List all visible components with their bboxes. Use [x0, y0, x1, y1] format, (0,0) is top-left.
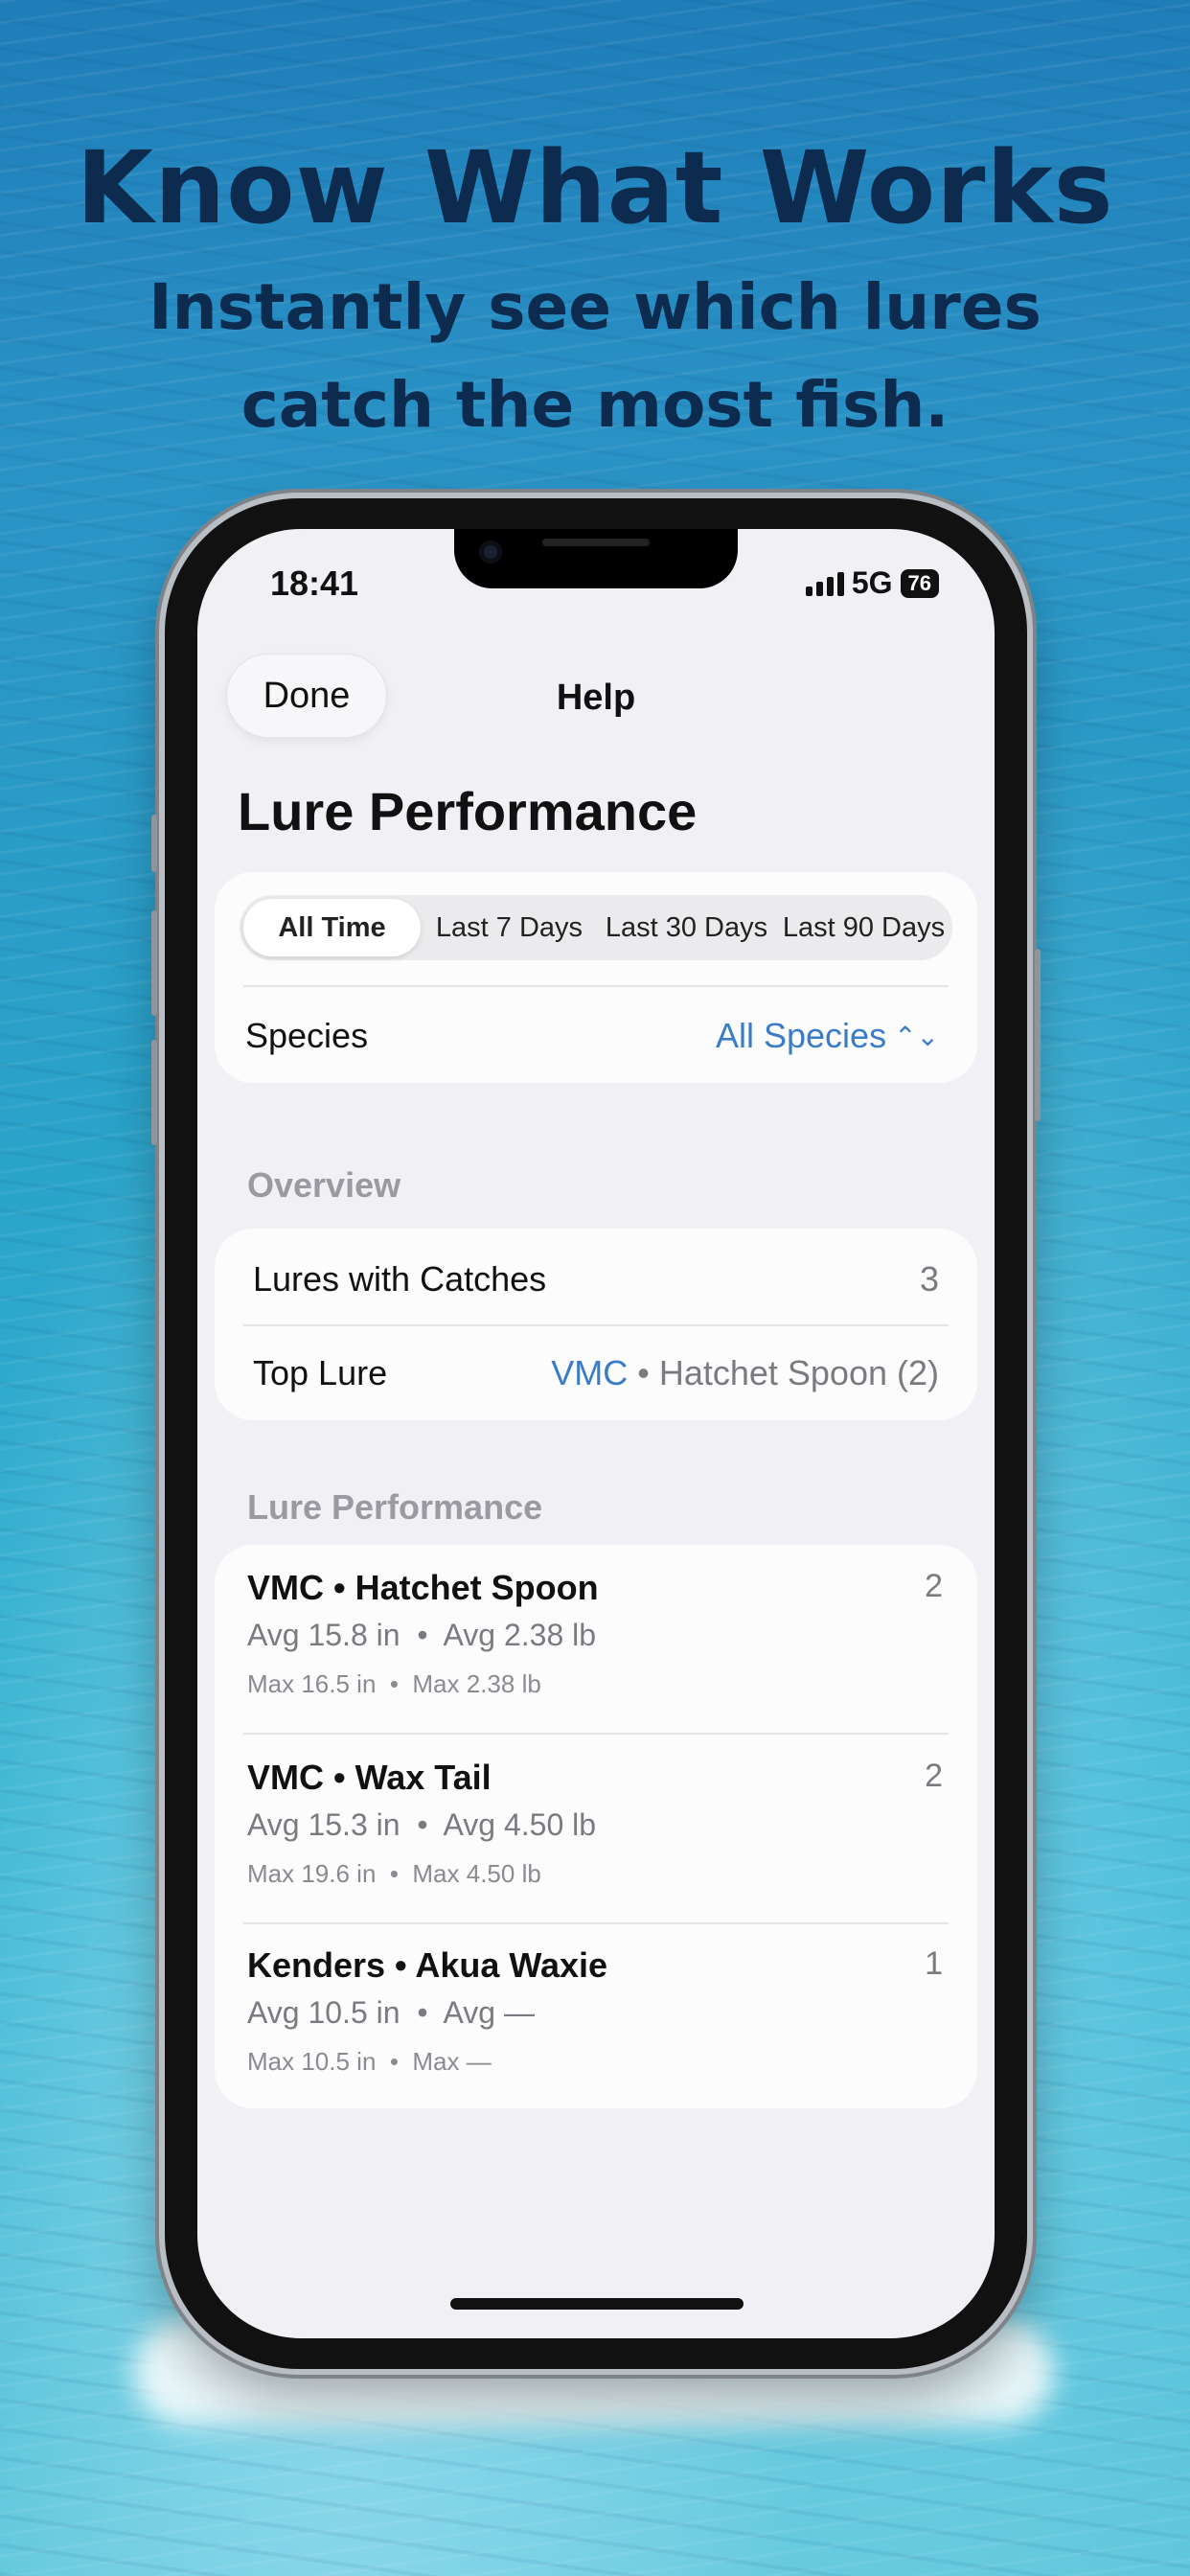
lure-catch-count: 2: [925, 1568, 943, 1604]
lure-name: VMC • Hatchet Spoon: [247, 1568, 599, 1607]
page-title: Lure Performance: [238, 781, 698, 841]
lures-with-catches-label: Lures with Catches: [253, 1259, 547, 1299]
species-value: All Species: [715, 1016, 887, 1055]
lure-name: VMC • Wax Tail: [247, 1758, 492, 1797]
network-type: 5G: [851, 565, 893, 600]
phone-frame: 18:41 5G 76 Done Help Lure Performance A…: [151, 498, 1041, 2369]
silent-switch: [151, 815, 157, 872]
camera-icon: [479, 540, 502, 564]
lure-averages: Avg 10.5 in • Avg —: [247, 1995, 535, 2030]
lure-maximums: Max 16.5 in • Max 2.38 lb: [247, 1669, 541, 1698]
notch: [454, 529, 738, 588]
lure-maximums: Max 10.5 in • Max —: [247, 2047, 492, 2076]
list-item[interactable]: Kenders • Akua Waxie 1 Avg 10.5 in • Avg…: [215, 1922, 977, 2110]
phone-screen: 18:41 5G 76 Done Help Lure Performance A…: [197, 529, 995, 2338]
lure-averages: Avg 15.8 in • Avg 2.38 lb: [247, 1618, 597, 1652]
status-indicators: 5G 76: [805, 565, 939, 601]
list-item[interactable]: VMC • Hatchet Spoon 2 Avg 15.8 in • Avg …: [215, 1545, 977, 1733]
lure-name: Kenders • Akua Waxie: [247, 1945, 608, 1985]
promo-subline: Instantly see which lures catch the most…: [149, 270, 1041, 442]
segment-last-7-days[interactable]: Last 7 Days: [421, 899, 598, 956]
lure-catch-count: 2: [925, 1758, 943, 1794]
home-indicator[interactable]: [450, 2298, 744, 2310]
list-item[interactable]: VMC • Wax Tail 2 Avg 15.3 in • Avg 4.50 …: [215, 1735, 977, 1922]
overview-header: Overview: [247, 1165, 401, 1205]
divider: [243, 985, 949, 987]
battery-icon: 76: [900, 568, 939, 598]
filter-card: All Time Last 7 Days Last 30 Days Last 9…: [215, 872, 977, 1083]
top-lure-label: Top Lure: [253, 1353, 388, 1392]
segment-all-time[interactable]: All Time: [243, 899, 421, 956]
signal-bars-icon: [805, 571, 844, 596]
top-lure-detail: • Hatchet Spoon (2): [637, 1353, 939, 1392]
power-button: [1035, 949, 1041, 1121]
segment-last-30-days[interactable]: Last 30 Days: [598, 899, 775, 956]
top-lure-brand: VMC: [551, 1353, 629, 1392]
lure-performance-header: Lure Performance: [247, 1487, 543, 1527]
promo-headline: Know What Works: [76, 129, 1114, 246]
overview-card: Lures with Catches 3 Top Lure VMC • Hatc…: [215, 1229, 977, 1420]
top-lure-value: VMC • Hatchet Spoon (2): [551, 1353, 939, 1393]
lure-averages: Avg 15.3 in • Avg 4.50 lb: [247, 1807, 597, 1842]
lure-performance-list: VMC • Hatchet Spoon 2 Avg 15.8 in • Avg …: [215, 1545, 977, 2108]
volume-up-button: [151, 910, 157, 1016]
lures-with-catches-value: 3: [919, 1259, 939, 1299]
volume-down-button: [151, 1040, 157, 1145]
lure-catch-count: 1: [925, 1945, 943, 1982]
speaker-grille: [542, 539, 650, 546]
chevron-up-down-icon: ⌃⌄: [894, 1022, 939, 1051]
nav-title: Help: [556, 678, 636, 718]
lure-maximums: Max 19.6 in • Max 4.50 lb: [247, 1859, 541, 1888]
status-time: 18:41: [270, 564, 359, 603]
divider: [243, 1324, 949, 1326]
species-picker[interactable]: All Species ⌃⌄: [716, 1016, 939, 1056]
species-label: Species: [245, 1016, 369, 1055]
segment-last-90-days[interactable]: Last 90 Days: [775, 899, 952, 956]
time-range-segmented-control: All Time Last 7 Days Last 30 Days Last 9…: [240, 895, 952, 960]
